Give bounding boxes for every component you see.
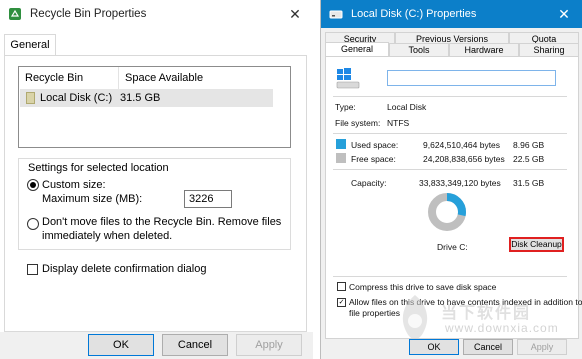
- disk-usage-donut-chart: [428, 193, 466, 231]
- index-label-line1: Allow files on this drive to have conten…: [349, 297, 582, 307]
- tab-general[interactable]: General: [4, 34, 56, 56]
- column-header-location[interactable]: Recycle Bin Location: [19, 67, 119, 106]
- tab-tools[interactable]: Tools: [389, 43, 449, 56]
- location-text: Local Disk (C:): [40, 92, 113, 104]
- local-disk-properties-dialog: Local Disk (C:) Properties ✕ Security Pr…: [320, 0, 582, 359]
- tab-general[interactable]: General: [325, 42, 389, 57]
- settings-group-label: Settings for selected location: [26, 162, 171, 174]
- dialog-title: Recycle Bin Properties: [30, 8, 147, 20]
- display-confirm-label: Display delete confirmation dialog: [42, 263, 207, 275]
- drive-name-input[interactable]: [387, 70, 556, 86]
- divider: [333, 276, 567, 277]
- apply-button[interactable]: Apply: [236, 334, 302, 356]
- divider: [333, 133, 567, 134]
- custom-size-label: Custom size:: [42, 179, 106, 191]
- separator-gap: [313, 0, 320, 359]
- max-size-input[interactable]: 3226: [184, 190, 232, 208]
- location-cell: Local Disk (C:): [20, 92, 114, 104]
- windows-drive-icon: [336, 68, 360, 89]
- close-icon[interactable]: ✕: [285, 4, 305, 24]
- title-bar: Recycle Bin Properties ✕: [0, 0, 313, 28]
- close-icon[interactable]: ✕: [554, 4, 574, 24]
- dont-move-radio[interactable]: [27, 218, 39, 230]
- custom-size-radio[interactable]: [27, 179, 39, 191]
- free-space-swatch: [336, 153, 346, 163]
- used-space-gb: 8.96 GB: [513, 140, 545, 150]
- divider: [333, 169, 567, 170]
- free-space-gb: 22.5 GB: [513, 154, 545, 164]
- dialog-title: Local Disk (C:) Properties: [351, 8, 477, 20]
- filesystem-label: File system:: [335, 118, 381, 128]
- used-space-swatch: [336, 139, 346, 149]
- column-header-space[interactable]: Space Available: [119, 67, 203, 89]
- type-value: Local Disk: [387, 102, 427, 112]
- apply-button[interactable]: Apply: [517, 339, 567, 355]
- drive-icon: [329, 10, 343, 19]
- space-cell: 31.5 GB: [120, 92, 161, 104]
- max-size-label: Maximum size (MB):: [42, 193, 143, 205]
- tab-sharing[interactable]: Sharing: [519, 43, 579, 56]
- drive-label: Drive C:: [437, 242, 468, 252]
- drive-icon: [26, 92, 35, 104]
- list-header: Recycle Bin Location Space Available: [19, 67, 290, 106]
- capacity-label: Capacity:: [351, 178, 387, 188]
- compress-label: Compress this drive to save disk space: [349, 282, 497, 292]
- filesystem-value: NTFS: [387, 118, 410, 128]
- free-space-bytes: 24,208,838,656 bytes: [423, 154, 505, 164]
- free-space-label: Free space:: [351, 154, 396, 164]
- used-space-bytes: 9,624,510,464 bytes: [423, 140, 501, 150]
- cancel-button[interactable]: Cancel: [162, 334, 228, 356]
- index-label-line2: file properties: [349, 308, 401, 318]
- recycle-bin-properties-dialog: Recycle Bin Properties ✕ General Recycle…: [0, 0, 313, 359]
- ok-button[interactable]: OK: [409, 339, 459, 355]
- capacity-gb: 31.5 GB: [513, 178, 545, 188]
- used-space-label: Used space:: [351, 140, 399, 150]
- recycle-bin-icon: [9, 8, 21, 20]
- tab-hardware[interactable]: Hardware: [449, 43, 519, 56]
- list-item[interactable]: Local Disk (C:) 31.5 GB: [20, 89, 273, 107]
- tab-row-2: General Tools Hardware Sharing: [325, 42, 579, 57]
- capacity-bytes: 33,833,349,120 bytes: [419, 178, 501, 188]
- recycle-bin-location-list[interactable]: Recycle Bin Location Space Available Loc…: [18, 66, 291, 148]
- ok-button[interactable]: OK: [88, 334, 154, 356]
- title-bar: Local Disk (C:) Properties ✕: [321, 0, 582, 28]
- display-confirm-checkbox[interactable]: [27, 264, 38, 275]
- compress-checkbox[interactable]: [337, 282, 346, 291]
- type-label: Type:: [335, 102, 356, 112]
- disk-cleanup-button[interactable]: Disk Cleanup: [509, 237, 564, 252]
- index-checkbox[interactable]: ✓: [337, 298, 346, 307]
- dont-move-label-line1: Don't move files to the Recycle Bin. Rem…: [42, 216, 282, 228]
- divider: [333, 96, 567, 97]
- cancel-button[interactable]: Cancel: [463, 339, 513, 355]
- dont-move-label-line2: immediately when deleted.: [42, 230, 173, 242]
